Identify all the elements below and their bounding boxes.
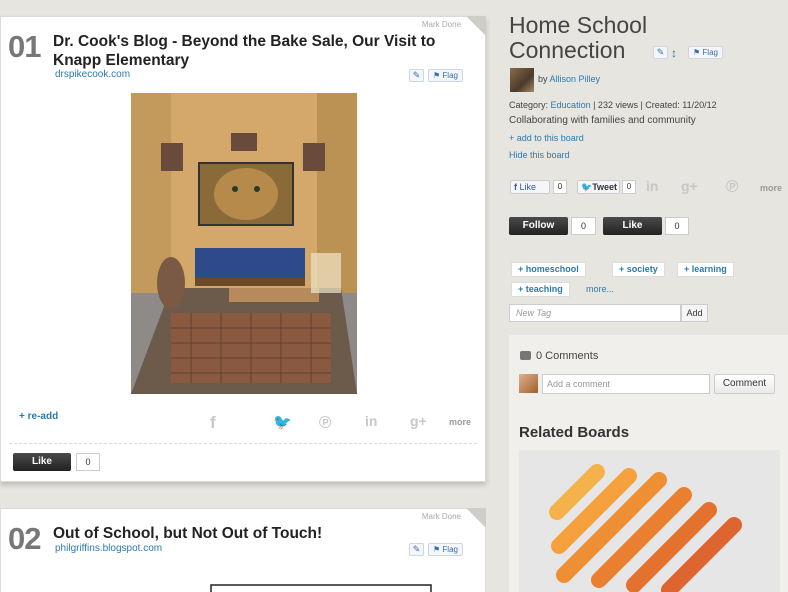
- mark-done-button[interactable]: Mark Done: [422, 512, 461, 521]
- owner-line: by Allison Pilley: [538, 74, 600, 84]
- reorder-icon[interactable]: ↕: [671, 46, 677, 60]
- add-tag-button[interactable]: Add: [681, 304, 708, 322]
- flag-label: Flag: [702, 48, 718, 57]
- board-title: Home School Connection: [509, 12, 648, 63]
- board-like-button[interactable]: Like: [603, 217, 662, 235]
- related-boards-heading: Related Boards: [519, 424, 630, 441]
- pin-number: 02: [8, 521, 41, 556]
- flag-button[interactable]: ⚑ Flag: [428, 69, 463, 82]
- tag-society[interactable]: + society: [612, 262, 665, 277]
- twitter-icon[interactable]: 🐦: [273, 413, 292, 431]
- more-share-link[interactable]: more: [449, 417, 471, 427]
- pin-card-1: Mark Done 01 Dr. Cook's Blog - Beyond th…: [0, 16, 486, 482]
- facebook-like-button[interactable]: f Like: [510, 180, 550, 194]
- commenter-avatar: [519, 374, 538, 393]
- pin-title[interactable]: Out of School, but Not Out of Touch!: [53, 524, 473, 543]
- follow-button[interactable]: Follow: [509, 217, 568, 235]
- twitter-icon: 🐦: [581, 182, 593, 192]
- comment-icon: [520, 351, 531, 360]
- board-like-count: 0: [665, 217, 689, 235]
- follow-count: 0: [571, 217, 596, 235]
- category-line: Category: Education | 232 views | Create…: [509, 100, 717, 110]
- linkedin-icon[interactable]: in: [365, 413, 377, 429]
- edit-icon[interactable]: ✎: [409, 543, 424, 556]
- views-created: | 232 views | Created: 11/20/12: [593, 100, 717, 110]
- pinterest-icon[interactable]: ℗: [726, 177, 739, 197]
- pin-source-link[interactable]: philgriffins.blogspot.com: [55, 543, 162, 554]
- new-tag-input[interactable]: New Tag: [509, 304, 681, 322]
- add-to-board-link[interactable]: + add to this board: [509, 133, 584, 143]
- category-link[interactable]: Education: [551, 100, 591, 110]
- linkedin-icon[interactable]: in: [646, 178, 658, 194]
- category-label: Category:: [509, 100, 549, 110]
- like-count: 0: [76, 453, 100, 471]
- tag-homeschool[interactable]: + homeschool: [511, 262, 586, 277]
- pin-source-link[interactable]: drspikecook.com: [55, 69, 130, 80]
- tags-more-link[interactable]: more...: [586, 284, 614, 294]
- fb-like-count: 0: [553, 180, 567, 194]
- pinterest-icon[interactable]: ℗: [319, 413, 332, 433]
- facebook-icon[interactable]: f: [210, 413, 216, 433]
- pin-number: 01: [8, 29, 41, 64]
- tweet-label: Tweet: [592, 182, 618, 192]
- tweet-button[interactable]: 🐦Tweet: [577, 180, 620, 194]
- pin-title[interactable]: Dr. Cook's Blog - Beyond the Bake Sale, …: [53, 32, 473, 70]
- readd-link[interactable]: + re-add: [19, 411, 58, 422]
- tweet-count: 0: [622, 180, 636, 194]
- board-flag-button[interactable]: ⚑ Flag: [688, 46, 723, 59]
- edit-icon[interactable]: ✎: [409, 69, 424, 82]
- edit-icon[interactable]: ✎: [653, 46, 668, 59]
- hide-board-link[interactable]: Hide this board: [509, 150, 570, 160]
- sketch-image[interactable]: [61, 573, 461, 592]
- comment-button[interactable]: Comment: [714, 374, 775, 394]
- comment-input[interactable]: Add a comment: [542, 374, 710, 394]
- google-plus-icon[interactable]: g+: [681, 178, 698, 194]
- owner-avatar[interactable]: [510, 68, 534, 92]
- owner-prefix: by: [538, 74, 548, 84]
- flag-button[interactable]: ⚑ Flag: [428, 543, 463, 556]
- tag-teaching[interactable]: + teaching: [511, 282, 570, 297]
- mark-done-button[interactable]: Mark Done: [422, 20, 461, 29]
- google-plus-icon[interactable]: g+: [410, 413, 427, 429]
- pin-card-2: Mark Done 02 Out of School, but Not Out …: [0, 508, 486, 592]
- flag-label: Flag: [442, 71, 458, 80]
- like-button[interactable]: Like: [13, 453, 71, 471]
- divider: [9, 443, 477, 444]
- flag-label: Flag: [442, 545, 458, 554]
- comments-count: 0 Comments: [536, 350, 599, 362]
- board-description: Collaborating with families and communit…: [509, 115, 696, 126]
- fb-like-label: Like: [519, 182, 537, 192]
- tag-learning[interactable]: + learning: [677, 262, 734, 277]
- pin-image[interactable]: [131, 93, 357, 394]
- more-share-link[interactable]: more: [760, 183, 782, 193]
- related-board-thumbnail[interactable]: [519, 450, 780, 592]
- owner-link[interactable]: Allison Pilley: [550, 74, 601, 84]
